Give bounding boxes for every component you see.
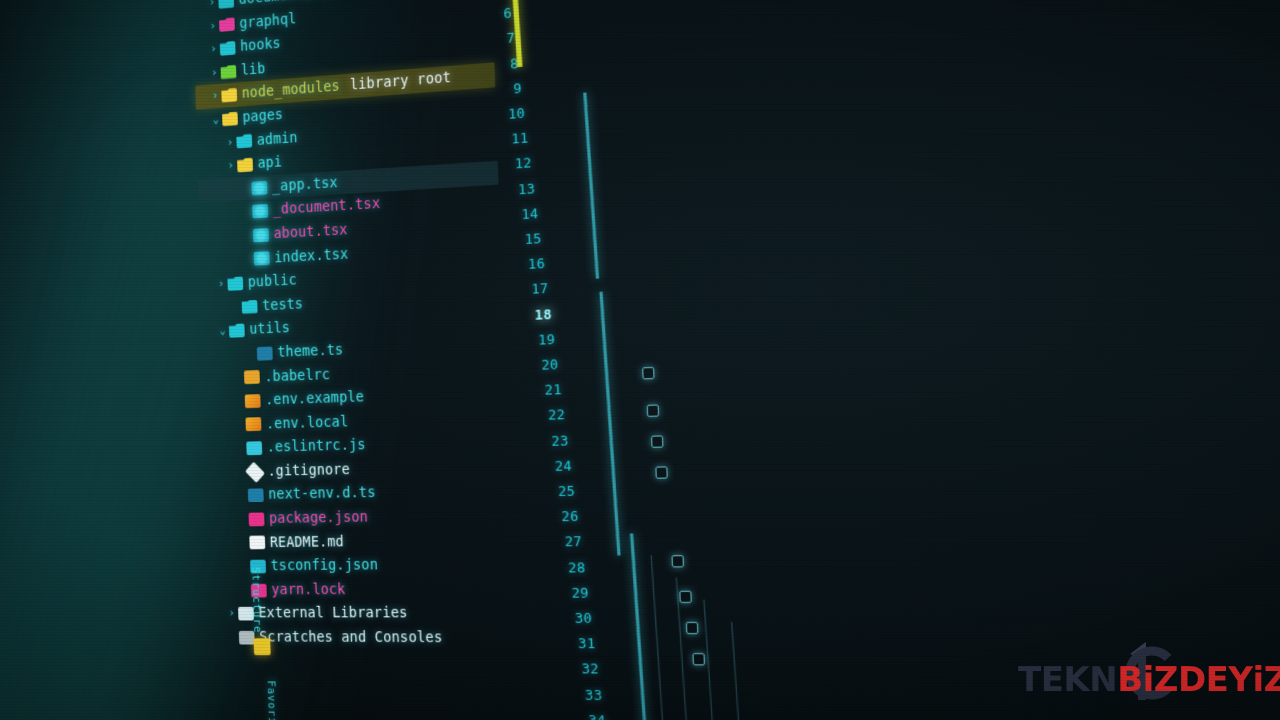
js-file-icon xyxy=(243,370,260,385)
tree-item-label: public xyxy=(247,271,297,292)
chevron-right-icon[interactable]: › xyxy=(224,154,237,178)
line-number: 8 xyxy=(509,55,519,73)
tree-item-label: next-env.d.ts xyxy=(268,484,376,504)
perspective-wrapper: ›documentation›graphql›hooks›lib›node_mo… xyxy=(0,0,1280,720)
fold-handle-3[interactable] xyxy=(651,435,664,448)
screenshot-root: ›documentation›graphql›hooks›lib›node_mo… xyxy=(0,0,1280,720)
tree-item-label: api xyxy=(257,153,283,173)
watermark-text-b: BiZDEYiZ xyxy=(1117,660,1280,700)
tool-tab-favorites[interactable]: Favorites xyxy=(265,680,278,720)
project-tree[interactable]: ›documentation›graphql›hooks›lib›node_mo… xyxy=(192,0,514,659)
folder-yellow-icon xyxy=(237,158,253,173)
react-file-icon xyxy=(253,251,270,266)
folder-teal-icon xyxy=(229,324,245,338)
react-file-icon xyxy=(252,204,269,219)
line-number: 6 xyxy=(503,5,513,23)
tree-item-label: README.md xyxy=(269,533,345,551)
tree-item-label: tests xyxy=(261,295,304,315)
folder-yellow-icon xyxy=(222,112,238,127)
chevron-right-icon[interactable]: › xyxy=(207,37,220,61)
chevron-right-icon[interactable]: › xyxy=(225,602,238,626)
tree-item-label: .env.example xyxy=(265,388,365,409)
tree-item-label: Scratches and Consoles xyxy=(259,628,443,647)
tool-tab-structure[interactable]: Structure xyxy=(249,567,262,633)
watermark-text-a: TEKN xyxy=(1018,660,1118,700)
fold-handle-1[interactable] xyxy=(642,366,655,380)
tree-item-label: pages xyxy=(242,106,284,126)
line-number: 9 xyxy=(513,80,523,98)
markdown-icon xyxy=(249,536,266,550)
tree-item-label: theme.ts xyxy=(277,341,344,361)
folder-green-icon xyxy=(221,64,237,79)
line-number: 10 xyxy=(507,105,526,124)
env-file-icon xyxy=(244,393,261,409)
fold-handle-2[interactable] xyxy=(646,404,660,417)
tree-item-label: .babelrc xyxy=(264,365,331,386)
tree-item-label: .gitignore xyxy=(267,461,351,480)
react-file-icon xyxy=(252,227,269,243)
folder-teal-icon xyxy=(236,134,252,149)
line-number: 5 xyxy=(465,0,509,1)
chevron-right-icon[interactable]: › xyxy=(215,272,228,296)
chevron-right-icon[interactable]: › xyxy=(209,84,222,108)
fold-handle-4[interactable] xyxy=(655,466,668,479)
fold-handle-6[interactable] xyxy=(679,590,692,603)
chevron-right-icon[interactable]: › xyxy=(206,0,219,15)
folder-pink-icon xyxy=(219,17,235,32)
tree-item-label: lib xyxy=(240,60,266,79)
line-number: 7 xyxy=(506,30,516,48)
package-json-icon xyxy=(248,512,265,527)
no-chevron xyxy=(239,188,252,189)
ts-decl-icon xyxy=(247,488,264,503)
no-chevron xyxy=(241,259,254,260)
folder-yellow-icon xyxy=(221,88,237,103)
react-file-icon xyxy=(251,180,268,196)
no-chevron xyxy=(229,307,242,308)
ide-screen: ›documentation›graphql›hooks›lib›node_mo… xyxy=(10,0,1280,720)
fold-handle-5[interactable] xyxy=(671,555,684,568)
tree-item-label: tsconfig.json xyxy=(270,556,379,575)
chevron-right-icon[interactable]: › xyxy=(208,61,221,85)
code-editor[interactable] xyxy=(516,0,1280,720)
ts-file-icon xyxy=(256,346,273,361)
watermark-text: TEKNBiZDEYiZ xyxy=(1018,660,1280,700)
chevron-down-icon[interactable]: ⌄ xyxy=(216,319,229,343)
tree-item-label: admin xyxy=(256,129,298,149)
tree-item-label: hooks xyxy=(239,35,282,56)
tree-item-label: package.json xyxy=(268,508,369,528)
tree-item-label: yarn.lock xyxy=(271,581,346,599)
chevron-right-icon[interactable]: › xyxy=(206,14,219,39)
chevron-right-icon[interactable]: › xyxy=(224,130,237,154)
tree-item-label: utils xyxy=(249,319,291,339)
env-file-icon xyxy=(245,417,262,432)
eslint-file-icon xyxy=(246,441,263,456)
tree-item-package-json[interactable]: package.json xyxy=(209,503,510,531)
folder-teal-icon xyxy=(220,41,236,56)
tree-item-label: .env.local xyxy=(265,413,349,433)
tool-tab-chip[interactable] xyxy=(253,638,271,656)
folder-teal-icon xyxy=(218,0,234,9)
tree-item-label: .eslintrc.js xyxy=(266,436,367,457)
chevron-down-icon[interactable]: ⌄ xyxy=(209,108,222,132)
no-chevron xyxy=(241,235,254,236)
tree-item-label: External Libraries xyxy=(258,604,408,623)
tree-item-readme-md[interactable]: README.md xyxy=(210,528,511,555)
folder-teal-icon xyxy=(227,276,243,290)
fold-handle-8[interactable] xyxy=(692,653,705,666)
fold-handle-7[interactable] xyxy=(685,621,699,635)
gitignore-icon xyxy=(245,461,266,483)
no-chevron xyxy=(240,212,253,213)
folder-teal-icon xyxy=(242,299,258,313)
watermark: TEKNBiZDEYiZ xyxy=(1012,642,1280,714)
